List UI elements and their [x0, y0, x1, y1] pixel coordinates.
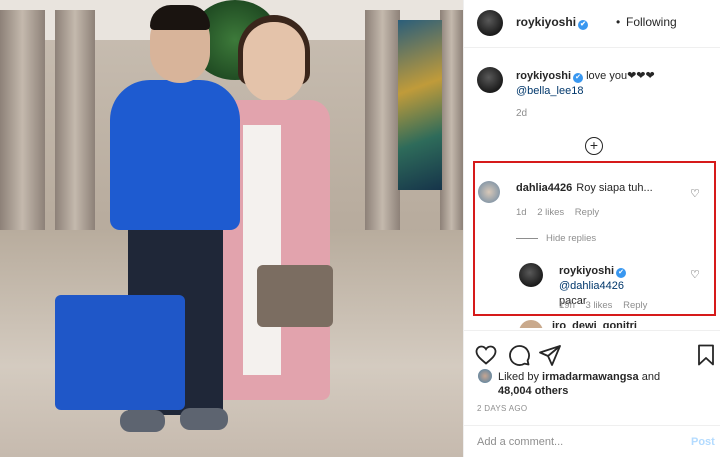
hide-replies-label[interactable]: Hide replies [546, 233, 596, 244]
reply-mention-link[interactable]: @dahlia4426 [559, 280, 624, 292]
reply-likes[interactable]: 3 likes [586, 300, 613, 311]
caption-text: roykiyoshi ✔ love you❤❤❤ @bella_lee18 [516, 69, 706, 99]
comment-username[interactable]: dahlia4426 [516, 182, 572, 194]
comment-reply-button[interactable]: Reply [575, 207, 599, 218]
post-time-ago[interactable]: 2 DAYS AGO [477, 404, 527, 413]
hide-replies-button[interactable]: Hide replies [516, 233, 596, 244]
paper-plane-icon[interactable] [538, 343, 562, 367]
hide-replies-line [516, 237, 538, 239]
caption-mention-link[interactable]: @bella_lee18 [516, 85, 583, 97]
photo-wall-art [398, 20, 442, 190]
caption-body: love you❤❤❤ [586, 70, 655, 82]
photo-woman-inner-dress [243, 125, 281, 375]
photo-brown-handbag [257, 265, 333, 327]
comment-meta: 1d 2 likes Reply [516, 207, 607, 218]
caption-username[interactable]: roykiyoshi [516, 70, 571, 82]
add-comment-bar: Add a comment... Post [464, 425, 720, 457]
comment-item: dahlia4426 Roy siapa tuh... [516, 182, 653, 194]
post-photo[interactable] [0, 0, 463, 457]
comment-text: Roy siapa tuh... [576, 182, 653, 194]
liker-avatar[interactable] [478, 369, 492, 383]
following-button[interactable]: Following [626, 15, 677, 29]
comment-likes[interactable]: 2 likes [537, 207, 564, 218]
reply-meta: 19h 3 likes Reply [559, 300, 655, 311]
commenter-avatar[interactable] [478, 181, 500, 203]
photo-shoe [180, 408, 228, 430]
post-actions: Liked by irmadarmawangsa and 48,004 othe… [464, 330, 720, 430]
photo-column [440, 10, 463, 230]
author-avatar[interactable] [477, 10, 503, 36]
comment-username-partial[interactable]: iro_dewi_gonitri [552, 320, 637, 328]
liked-by-others[interactable]: 48,004 others [498, 385, 568, 397]
liked-by-and: and [641, 371, 661, 383]
post-side-panel: roykiyoshi ✔ • Following roykiyoshi ✔ love… [463, 0, 720, 457]
liked-by-user[interactable]: irmadarmawangsa [542, 371, 639, 383]
comment-input[interactable]: Add a comment... [477, 436, 563, 448]
bookmark-icon[interactable] [694, 343, 718, 367]
comment-icon[interactable] [507, 343, 531, 367]
caption-avatar[interactable] [477, 67, 503, 93]
verified-badge-icon: ✔ [578, 20, 589, 30]
reply-like-heart-icon[interactable]: ♡ [690, 268, 700, 281]
caption-time[interactable]: 2d [516, 108, 527, 119]
reply-time[interactable]: 19h [559, 300, 575, 311]
plus-circle-icon: + [589, 137, 599, 153]
photo-blue-handbag [55, 295, 185, 410]
comment-time[interactable]: 1d [516, 207, 527, 218]
photo-man-hair [150, 5, 210, 30]
commenter-avatar[interactable] [519, 320, 543, 328]
reply-username[interactable]: roykiyoshi [559, 265, 614, 277]
photo-column [55, 10, 95, 230]
post-comment-button[interactable]: Post [691, 436, 715, 448]
liked-by-text: Liked by irmadarmawangsa and 48,004 othe… [498, 370, 708, 398]
photo-column [0, 10, 45, 230]
photo-shoe [120, 410, 165, 432]
author-username[interactable]: roykiyoshi ✔ [516, 15, 589, 30]
photo-man-sweater [110, 80, 240, 230]
heart-icon[interactable] [474, 343, 498, 367]
author-username-text[interactable]: roykiyoshi [516, 15, 576, 29]
verified-badge-icon: ✔ [616, 268, 627, 278]
comment-like-heart-icon[interactable]: ♡ [690, 187, 700, 200]
photo-woman-head [243, 22, 305, 102]
reply-avatar[interactable] [519, 263, 543, 287]
reply-reply-button[interactable]: Reply [623, 300, 647, 311]
verified-badge-icon: ✔ [573, 73, 584, 83]
liked-by-prefix: Liked by [498, 371, 539, 383]
separator-dot: • [616, 15, 621, 29]
load-more-comments-button[interactable]: + [585, 137, 603, 155]
photo-column [365, 10, 400, 230]
post-header: roykiyoshi ✔ • Following [464, 0, 720, 48]
